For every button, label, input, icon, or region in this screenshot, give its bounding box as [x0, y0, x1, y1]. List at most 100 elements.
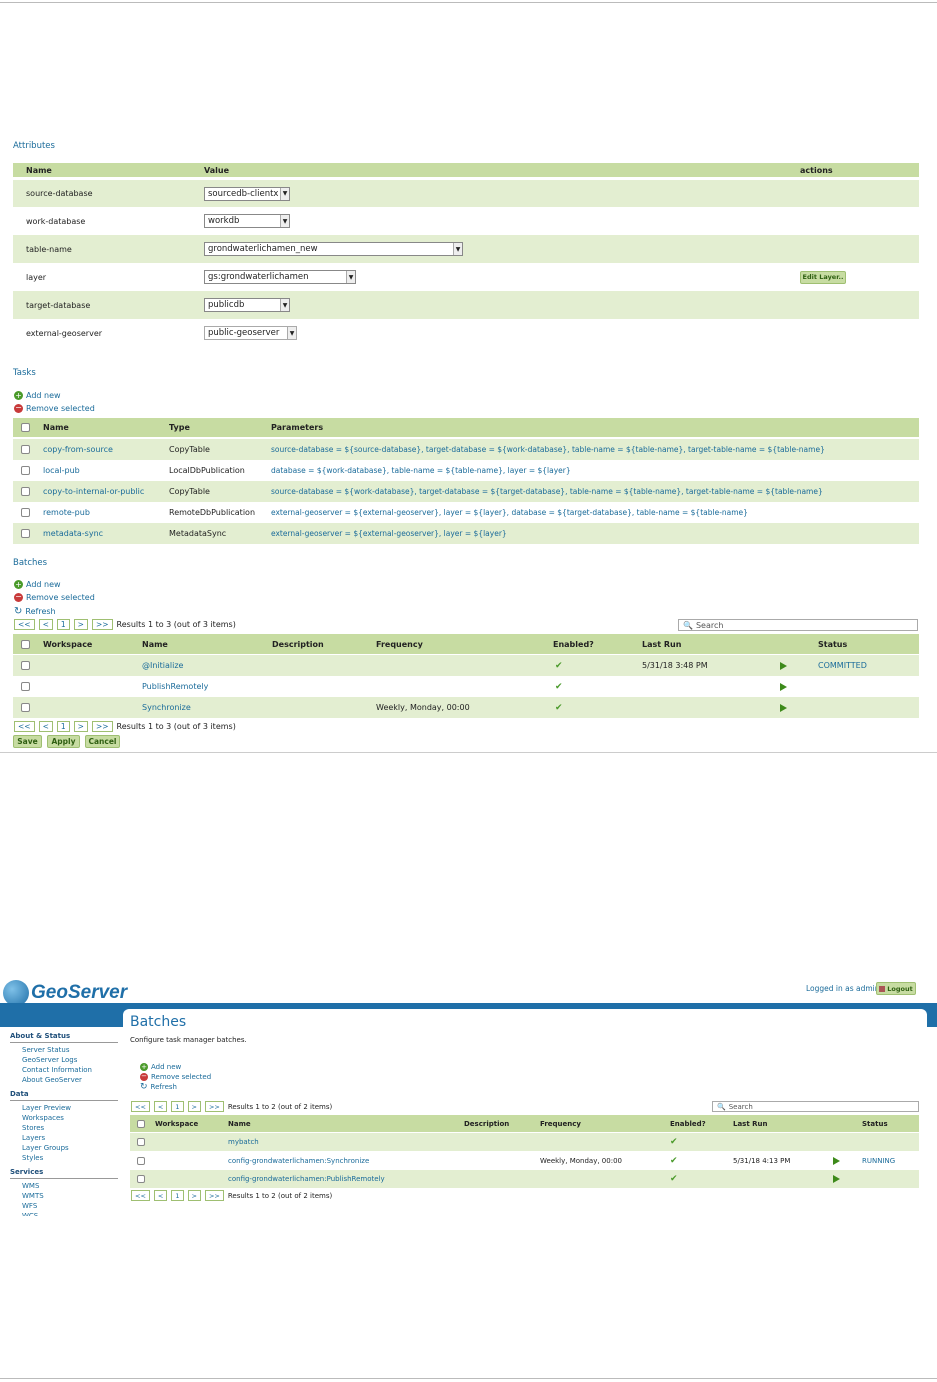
tasks-remove-selected[interactable]: − Remove selected [14, 404, 95, 413]
search-icon: 🔍 [683, 620, 693, 630]
run-icon[interactable] [780, 703, 787, 712]
task-row: metadata-sync MetadataSync external-geos… [13, 523, 919, 544]
pager-last-button[interactable]: >> [204, 1190, 224, 1201]
select-all-checkbox[interactable] [137, 1119, 145, 1128]
check-icon: ✔ [555, 702, 563, 713]
row-checkbox[interactable] [137, 1175, 145, 1183]
row-checkbox[interactable] [21, 661, 30, 670]
header-enabled: Enabled? [553, 639, 594, 649]
row-checkbox[interactable] [21, 682, 30, 691]
batch-name-link[interactable]: PublishRemotely [142, 682, 208, 691]
pager-prev-button[interactable]: < [153, 1101, 168, 1112]
attr-row: source-database sourcedb-clientx ▼ [13, 180, 919, 207]
task-name-link[interactable]: metadata-sync [43, 529, 103, 538]
attr-value-select[interactable]: grondwaterlichamen_new ▼ [204, 242, 463, 256]
batch-name-link[interactable]: mybatch [228, 1138, 259, 1146]
pager-page-button[interactable]: 1 [56, 619, 70, 630]
sidebar-item-wmts[interactable]: WMTS [10, 1191, 118, 1201]
pager-last-button[interactable]: >> [204, 1101, 224, 1112]
batch-name-link[interactable]: config-grondwaterlichamen:PublishRemotel… [228, 1175, 385, 1183]
task-params: database = ${work-database}, table-name … [271, 466, 571, 475]
row-checkbox[interactable] [21, 703, 30, 712]
pager-first-button[interactable]: << [131, 1101, 150, 1112]
sidebar-item-server-status[interactable]: Server Status [10, 1045, 118, 1055]
gs-add-new[interactable]: + Add new [140, 1063, 181, 1071]
pager-page-button[interactable]: 1 [171, 1190, 184, 1201]
row-checkbox[interactable] [21, 529, 30, 538]
sidebar-item-wfs[interactable]: WFS [10, 1201, 118, 1211]
select-all-checkbox[interactable] [21, 423, 30, 432]
pager-next-button[interactable]: > [187, 1190, 201, 1201]
sidebar-item-logs[interactable]: GeoServer Logs [10, 1055, 118, 1065]
batches-add-new[interactable]: + Add new [14, 580, 61, 589]
pager-page-button[interactable]: 1 [171, 1101, 184, 1112]
task-name-link[interactable]: local-pub [43, 466, 80, 475]
sidebar-item-layers[interactable]: Layers [10, 1133, 118, 1143]
task-type: LocalDbPublication [169, 466, 245, 475]
header-name: Name [142, 639, 168, 649]
row-checkbox[interactable] [21, 508, 30, 517]
attr-value-select[interactable]: sourcedb-clientx ▼ [204, 186, 290, 201]
row-checkbox[interactable] [21, 466, 30, 475]
attr-value-select[interactable]: public-geoserver ▼ [204, 326, 297, 340]
attr-value-select[interactable]: workdb ▼ [204, 214, 290, 228]
sidebar-item-about[interactable]: About GeoServer [10, 1075, 118, 1085]
tasks-add-new[interactable]: + Add new [14, 391, 61, 400]
pager-next-button[interactable]: > [73, 721, 88, 732]
sidebar-item-wms[interactable]: WMS [10, 1181, 118, 1191]
run-icon[interactable] [833, 1175, 840, 1183]
row-checkbox[interactable] [137, 1138, 145, 1146]
row-checkbox[interactable] [137, 1156, 145, 1165]
row-checkbox[interactable] [21, 487, 30, 496]
select-value: gs:grondwaterlichamen [208, 272, 309, 282]
cancel-button[interactable]: Cancel [85, 735, 120, 748]
refresh-label: Refresh [25, 607, 56, 616]
gs-search-input[interactable]: 🔍 Search [712, 1101, 919, 1112]
pager-first-button[interactable]: << [131, 1190, 150, 1201]
pager-first-button[interactable]: << [14, 619, 35, 630]
batch-name-link[interactable]: config-grondwaterlichamen:Synchronize [228, 1157, 369, 1165]
check-icon: ✔ [670, 1155, 678, 1166]
pager-last-button[interactable]: >> [91, 619, 113, 630]
gs-refresh[interactable]: ↻ Refresh [140, 1082, 177, 1092]
apply-button[interactable]: Apply [47, 735, 80, 748]
run-icon[interactable] [780, 682, 787, 691]
sidebar-item-workspaces[interactable]: Workspaces [10, 1113, 118, 1123]
pager-next-button[interactable]: > [187, 1101, 201, 1112]
edit-layer-button[interactable]: Edit Layer.. [800, 270, 846, 284]
batch-name-link[interactable]: Synchronize [142, 703, 191, 712]
select-all-checkbox[interactable] [21, 639, 30, 649]
task-name-link[interactable]: copy-to-internal-or-public [43, 487, 144, 496]
search-input[interactable]: 🔍 Search [678, 619, 918, 631]
attr-value-select[interactable]: publicdb ▼ [204, 298, 290, 312]
pager-prev-button[interactable]: < [153, 1190, 168, 1201]
chevron-down-icon: ▼ [346, 271, 355, 283]
sidebar-item-wcs[interactable]: WCS [10, 1211, 118, 1216]
task-name-link[interactable]: remote-pub [43, 508, 90, 517]
sidebar-item-layer-groups[interactable]: Layer Groups [10, 1143, 118, 1153]
run-icon[interactable] [833, 1156, 840, 1165]
logout-button[interactable]: Logout [876, 982, 916, 995]
attr-row: work-database workdb ▼ [13, 207, 919, 235]
pager-next-button[interactable]: > [73, 619, 88, 630]
pager-prev-button[interactable]: < [38, 721, 53, 732]
sidebar-item-contact[interactable]: Contact Information [10, 1065, 118, 1075]
attr-value-select[interactable]: gs:grondwaterlichamen ▼ [204, 270, 356, 284]
logout-label: Logout [887, 984, 913, 993]
batches-refresh[interactable]: ↻ Refresh [14, 606, 56, 617]
batches-remove-selected[interactable]: − Remove selected [14, 593, 95, 602]
pager-first-button[interactable]: << [14, 721, 35, 732]
pager-prev-button[interactable]: < [38, 619, 53, 630]
run-icon[interactable] [780, 661, 787, 670]
batch-name-link[interactable]: @Initialize [142, 661, 183, 670]
save-button[interactable]: Save [13, 735, 42, 748]
pager-page-button[interactable]: 1 [56, 721, 70, 732]
task-name-link[interactable]: copy-from-source [43, 445, 113, 454]
pager-last-button[interactable]: >> [91, 721, 113, 732]
sidebar-item-stores[interactable]: Stores [10, 1123, 118, 1133]
gs-remove-selected[interactable]: − Remove selected [140, 1073, 211, 1081]
attr-name: table-name [26, 244, 72, 254]
row-checkbox[interactable] [21, 445, 30, 454]
sidebar-item-styles[interactable]: Styles [10, 1153, 118, 1163]
sidebar-item-layer-preview[interactable]: Layer Preview [10, 1103, 118, 1113]
